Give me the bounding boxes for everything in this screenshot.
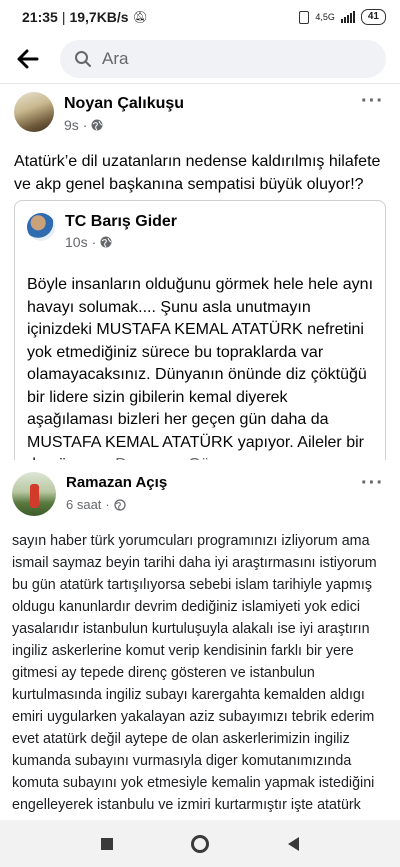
sim-icon bbox=[299, 10, 310, 24]
shared-post-time[interactable]: 10s bbox=[65, 234, 88, 250]
post-author[interactable]: Ramazan Açış bbox=[66, 474, 167, 491]
search-icon bbox=[75, 50, 91, 67]
recent-apps-icon bbox=[100, 837, 113, 850]
embedded-screenshot-post: Ramazan Açış 6 saat · ··· sayın haber tü… bbox=[0, 460, 400, 820]
back-button[interactable] bbox=[4, 37, 52, 81]
post-text: sayın haber türk yorumcuları programınız… bbox=[12, 533, 377, 820]
battery-indicator: 41 bbox=[360, 9, 386, 25]
globe-icon bbox=[114, 498, 126, 511]
home-button[interactable] bbox=[180, 824, 220, 864]
avatar[interactable] bbox=[12, 472, 56, 516]
nav-back-button[interactable] bbox=[273, 824, 313, 864]
search-placeholder: Ara bbox=[102, 48, 129, 68]
post-author[interactable]: Noyan Çalıkuşu bbox=[64, 95, 184, 113]
post-time[interactable]: 6 saat bbox=[66, 497, 101, 512]
more-options-button[interactable]: ··· bbox=[361, 91, 384, 111]
arrow-left-icon bbox=[17, 49, 39, 68]
main-post: Noyan Çalıkuşu 9s · ··· Atatürk’e dil uz… bbox=[0, 91, 400, 472]
status-time: 21:35 bbox=[22, 9, 58, 25]
search-input[interactable]: Ara bbox=[60, 39, 386, 78]
home-icon bbox=[190, 834, 209, 853]
network-type: 4,5G bbox=[315, 12, 335, 22]
back-triangle-icon bbox=[288, 836, 300, 851]
signal-icon bbox=[340, 11, 355, 23]
post-text: Atatürk’e dil uzatanların nedense kaldır… bbox=[14, 153, 381, 193]
post-time[interactable]: 9s bbox=[64, 117, 79, 133]
top-bar: Ara bbox=[0, 34, 400, 84]
status-bar: 21:35 | 19,7KB/s 🔕︎ 4,5G 41 bbox=[0, 0, 400, 34]
globe-icon bbox=[100, 236, 112, 248]
more-horizontal-icon: ··· bbox=[361, 90, 384, 112]
mute-icon: 🔕︎ bbox=[132, 10, 148, 24]
shared-post-card[interactable]: TC Barış Gider 10s · Böyle insanların ol… bbox=[14, 200, 386, 472]
status-network-speed: 19,7KB/s bbox=[69, 9, 129, 25]
avatar[interactable] bbox=[27, 213, 55, 241]
shared-post-author[interactable]: TC Barış Gider bbox=[65, 213, 177, 231]
android-nav-bar bbox=[0, 820, 400, 867]
shared-post-text: Böyle insanların olduğunu görmek hele he… bbox=[15, 250, 385, 471]
globe-icon bbox=[91, 119, 103, 131]
more-options-button[interactable]: ··· bbox=[361, 473, 384, 493]
recent-apps-button[interactable] bbox=[87, 824, 127, 864]
more-horizontal-icon: ··· bbox=[361, 472, 384, 494]
avatar[interactable] bbox=[14, 92, 54, 132]
